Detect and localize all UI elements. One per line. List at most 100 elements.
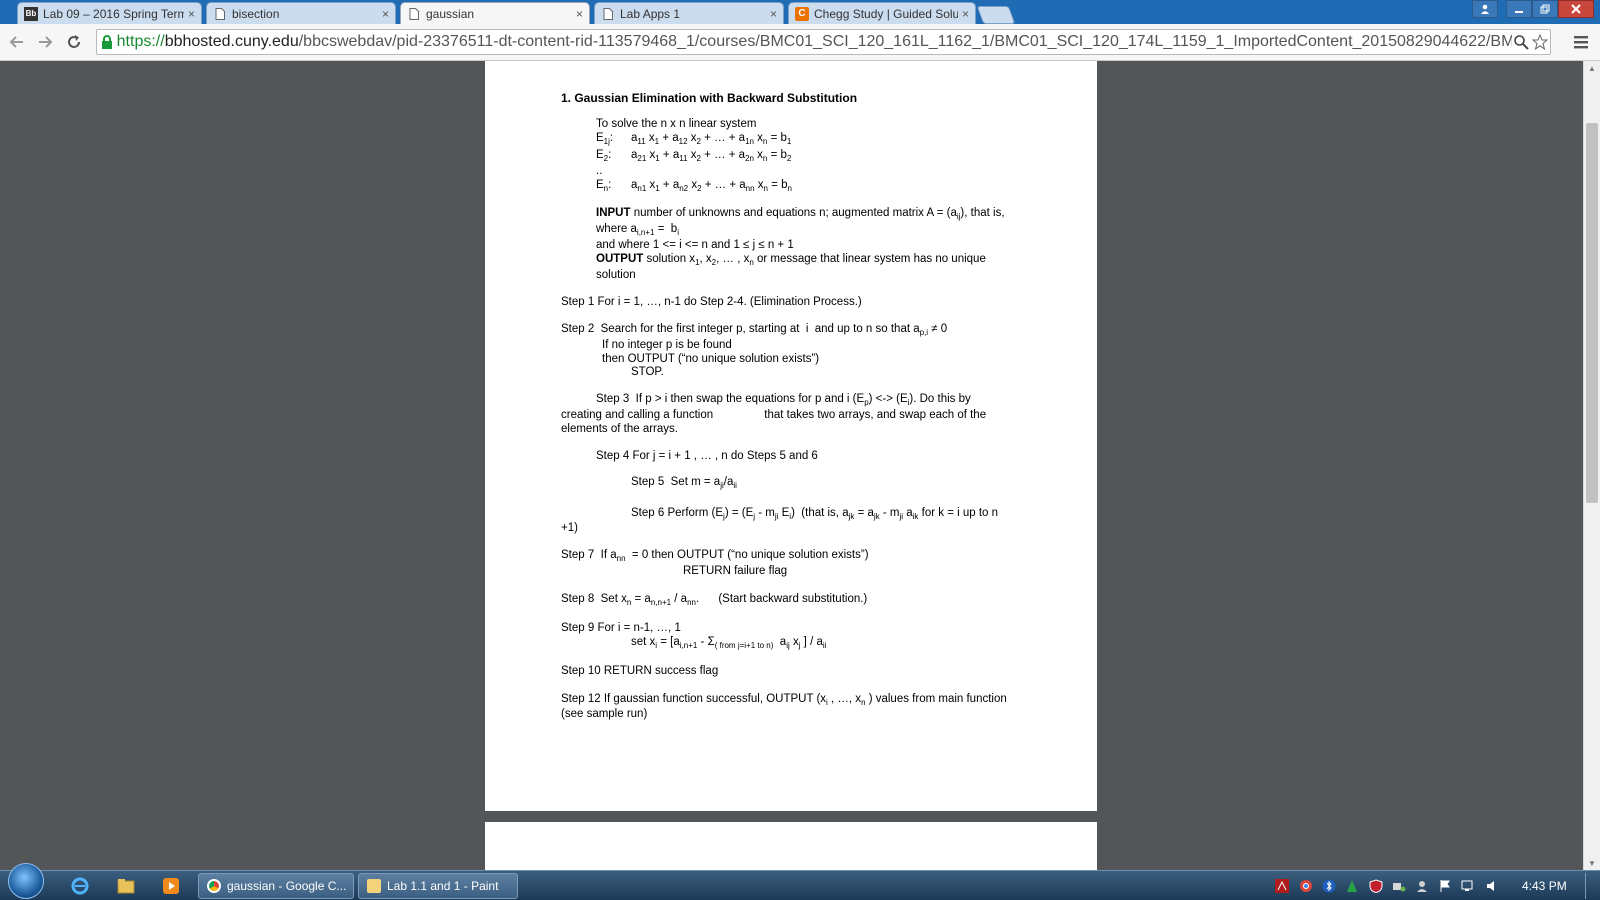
close-icon[interactable]: × [576,7,583,21]
close-icon[interactable]: × [382,7,389,21]
bookmark-star-icon[interactable] [1531,34,1550,50]
user-icon[interactable] [1472,0,1498,18]
taskbar-item-paint[interactable]: Lab 1.1 and 1 - Paint [358,873,518,899]
tab-title: bisection [232,6,280,21]
close-icon[interactable]: × [770,7,777,21]
step-7-line-b: RETURN failure flag [683,565,788,577]
scrollbar-thumb[interactable] [1586,123,1598,503]
scroll-up-icon[interactable]: ▲ [1584,61,1600,75]
step-6: Step 6 Perform (Ej) = (Ej - mji Ei) (tha… [631,507,999,521]
action-center-flag-icon[interactable] [1437,878,1453,894]
step-12-line-b: (see sample run) [561,708,648,720]
media-player-icon[interactable] [161,876,181,896]
step-2: Step 2 Search for the first integer p, s… [561,323,948,337]
internet-explorer-icon[interactable] [70,876,90,896]
input-where-line-2: and where 1 <= i <= n and 1 ≤ j ≤ n + 1 [596,239,794,251]
output-line-2: solution [596,269,636,281]
back-icon[interactable] [6,30,28,54]
step-3-line-c: elements of the arrays. [561,423,678,435]
url-scheme: https:// [116,33,165,50]
step-3-line-b: creating and calling a function that tak… [561,409,987,421]
minimize-icon[interactable] [1506,0,1532,18]
blackboard-icon: Bb [24,6,38,21]
vertical-scrollbar[interactable]: ▲ ▼ [1583,61,1600,870]
output-label: OUTPUT [596,253,644,265]
step-2-line-c: then OUTPUT (“no unique solution exists”… [602,353,820,365]
taskbar-item-chrome[interactable]: gaussian - Google C... [198,873,354,899]
taskbar-clock[interactable]: 4:43 PM [1522,879,1567,893]
tab-title: gaussian [426,7,475,21]
chegg-icon: C [795,6,809,21]
step-6-line-b: +1) [561,522,578,534]
step-10: Step 10 RETURN success flag [561,665,719,677]
document-icon [213,7,227,21]
tab-bisection[interactable]: bisection × [206,2,396,24]
lock-icon [101,35,117,49]
document-icon [601,7,615,21]
output-line: OUTPUT solution x1, x2, … , xn or messag… [596,253,986,267]
equation-e1-label: E1j: [596,132,614,146]
taskbar-item-label: Lab 1.1 and 1 - Paint [387,879,499,893]
equation-e2-label: E2: [596,149,612,163]
tab-lab-apps[interactable]: Lab Apps 1 × [594,2,784,24]
intro-text: To solve the n x n linear system [596,118,757,130]
tab-strip: Bb Lab 09 – 2016 Spring Term × bisection… [0,0,1600,25]
search-icon[interactable] [1512,34,1531,50]
equation-e2: a21 x1 + a11 x2 + … + a2n xn = b2 [631,149,792,163]
equation-dots: .. [596,165,603,177]
tab-title: Lab 09 – 2016 Spring Term [43,6,184,21]
input-where-line: where ai,n+1 = bi [596,223,679,237]
step-9: Step 9 For i = n-1, …, 1 [561,622,681,634]
step-9-line-b: set xi = [ai,n+1 - Σ( from j=i+1 to n) a… [631,636,827,650]
acrobat-icon[interactable] [1274,878,1290,894]
url-path: /bbcswebdav/pid-23376511-dt-content-rid-… [298,33,1512,50]
scroll-down-icon[interactable]: ▼ [1584,856,1600,870]
menu-icon[interactable] [1572,33,1590,51]
network-icon[interactable] [1460,878,1476,894]
tab-lab09[interactable]: Bb Lab 09 – 2016 Spring Term × [17,2,202,24]
reload-icon[interactable] [63,30,85,54]
tab-chegg[interactable]: C Chegg Study | Guided Solutions × [788,2,976,24]
step-3: Step 3 If p > i then swap the equations … [596,393,971,407]
step-2-line-b: If no integer p is be found [602,339,732,351]
bluetooth-icon[interactable] [1321,878,1337,894]
equation-en-label: En: [596,179,612,193]
document-page: 1. Gaussian Elimination with Backward Su… [485,61,1097,811]
document-icon [407,7,421,21]
shield-icon[interactable] [1368,878,1384,894]
document-viewer[interactable]: 1. Gaussian Elimination with Backward Su… [0,61,1583,870]
chrome-tray-icon[interactable] [1298,878,1314,894]
close-icon[interactable] [1558,0,1594,18]
step-5: Step 5 Set m = aji/aii [631,476,737,490]
close-icon[interactable]: × [962,7,969,21]
step-8: Step 8 Set xn = an,n+1 / ann. (Start bac… [561,593,868,607]
forward-icon[interactable] [34,30,56,54]
tab-gaussian[interactable]: gaussian × [400,2,590,25]
step-4: Step 4 For j = i + 1 , … , n do Steps 5 … [596,450,818,462]
devices-icon[interactable] [1391,878,1407,894]
tab-title: Lab Apps 1 [620,6,681,21]
tab-title: Chegg Study | Guided Solutions [814,6,958,21]
page-title: 1. Gaussian Elimination with Backward Su… [561,91,858,105]
step-2-line-d: STOP. [631,366,664,378]
step-7: Step 7 If ann = 0 then OUTPUT (“no uniqu… [561,549,869,563]
maximize-icon[interactable] [1532,0,1558,18]
file-explorer-icon[interactable] [116,876,136,896]
input-label: INPUT [596,207,631,219]
address-bar[interactable]: https://bbhosted.cuny.edu/bbcswebdav/pid… [96,29,1551,55]
volume-icon[interactable] [1484,878,1500,894]
user-tray-icon[interactable] [1414,878,1430,894]
new-tab-button[interactable] [976,6,1016,24]
start-button[interactable] [8,863,44,899]
url-text[interactable]: https://bbhosted.cuny.edu/bbcswebdav/pid… [117,33,1512,51]
document-page-2 [485,822,1097,870]
paint-icon [367,879,381,893]
windows-taskbar: gaussian - Google C... Lab 1.1 and 1 - P… [0,863,1600,900]
taskbar-item-label: gaussian - Google C... [227,879,347,893]
app-tray-icon[interactable] [1344,878,1360,894]
equation-en: an1 x1 + an2 x2 + … + ann xn = bn [631,179,792,193]
browser-toolbar: https://bbhosted.cuny.edu/bbcswebdav/pid… [0,24,1600,61]
show-desktop-button[interactable] [1585,873,1600,899]
close-icon[interactable]: × [188,7,195,21]
input-line: INPUT number of unknowns and equations n… [596,207,1005,221]
